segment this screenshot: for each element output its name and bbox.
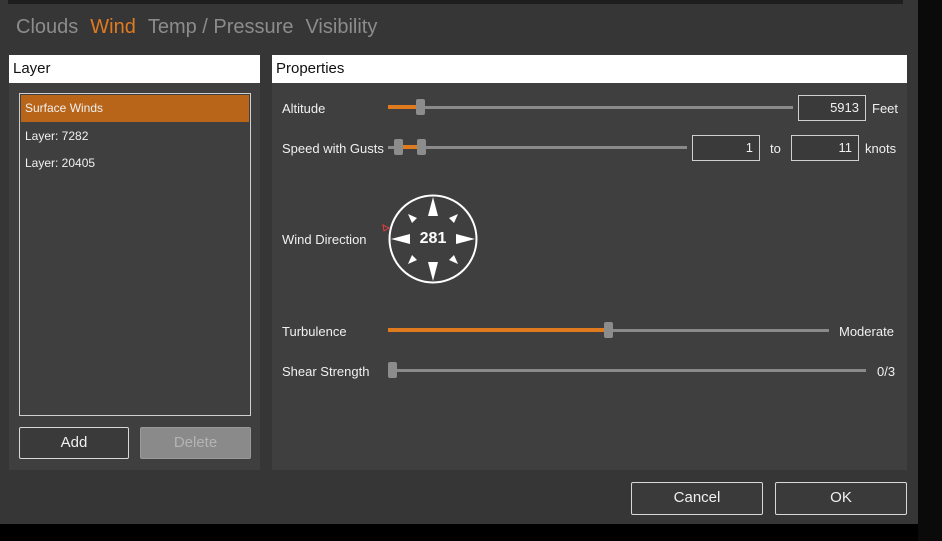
speed-label: Speed with Gusts xyxy=(282,141,384,156)
turbulence-slider-fill xyxy=(388,328,606,332)
ok-button[interactable]: OK xyxy=(775,482,907,515)
desktop-edge xyxy=(918,0,942,541)
altitude-slider-fill xyxy=(388,105,418,109)
cancel-button[interactable]: Cancel xyxy=(631,482,763,515)
altitude-unit: Feet xyxy=(872,101,899,116)
turbulence-slider-thumb[interactable] xyxy=(604,322,613,338)
tab-temp-pressure[interactable]: Temp / Pressure xyxy=(148,16,294,39)
shear-label: Shear Strength xyxy=(282,364,370,379)
shear-slider-thumb[interactable] xyxy=(388,362,397,378)
layer-list: Surface Winds Layer: 7282 Layer: 20405 xyxy=(19,93,251,416)
tab-visibility[interactable]: Visibility xyxy=(305,16,377,39)
speed-to-input[interactable]: 11 xyxy=(791,135,859,161)
altitude-label: Altitude xyxy=(282,101,326,116)
layer-item-surface-winds[interactable]: Surface Winds xyxy=(21,95,249,122)
properties-panel-title: Properties xyxy=(272,55,907,83)
turbulence-label: Turbulence xyxy=(282,324,347,339)
add-layer-button[interactable]: Add xyxy=(19,427,129,459)
turbulence-value: Moderate xyxy=(839,324,894,339)
altitude-slider-track[interactable] xyxy=(388,106,793,109)
tab-wind[interactable]: Wind xyxy=(90,16,136,39)
shear-value: 0/3 xyxy=(877,364,896,379)
speed-slider-track[interactable] xyxy=(388,146,687,149)
layer-item-7282[interactable]: Layer: 7282 xyxy=(21,123,249,150)
layer-item-20405[interactable]: Layer: 20405 xyxy=(21,150,249,177)
speed-to-label: to xyxy=(770,141,781,156)
tab-clouds[interactable]: Clouds xyxy=(16,16,78,39)
weather-tabs: Clouds Wind Temp / Pressure Visibility xyxy=(16,16,377,39)
speed-high-thumb[interactable] xyxy=(417,139,426,155)
layer-panel-title: Layer xyxy=(9,55,260,83)
speed-from-input[interactable]: 1 xyxy=(692,135,760,161)
wind-direction-value: 281 xyxy=(419,230,447,247)
shear-slider-track[interactable] xyxy=(388,369,866,372)
speed-unit: knots xyxy=(865,141,897,156)
delete-layer-button[interactable]: Delete xyxy=(140,427,251,459)
wind-direction-label: Wind Direction xyxy=(282,232,367,247)
top-edge xyxy=(8,0,903,4)
layer-panel: Layer Surface Winds Layer: 7282 Layer: 2… xyxy=(9,55,260,470)
altitude-slider-thumb[interactable] xyxy=(415,99,425,115)
altitude-input[interactable]: 5913 xyxy=(798,95,866,121)
speed-low-thumb[interactable] xyxy=(393,139,403,155)
wind-direction-compass[interactable]: 281 xyxy=(388,194,478,284)
